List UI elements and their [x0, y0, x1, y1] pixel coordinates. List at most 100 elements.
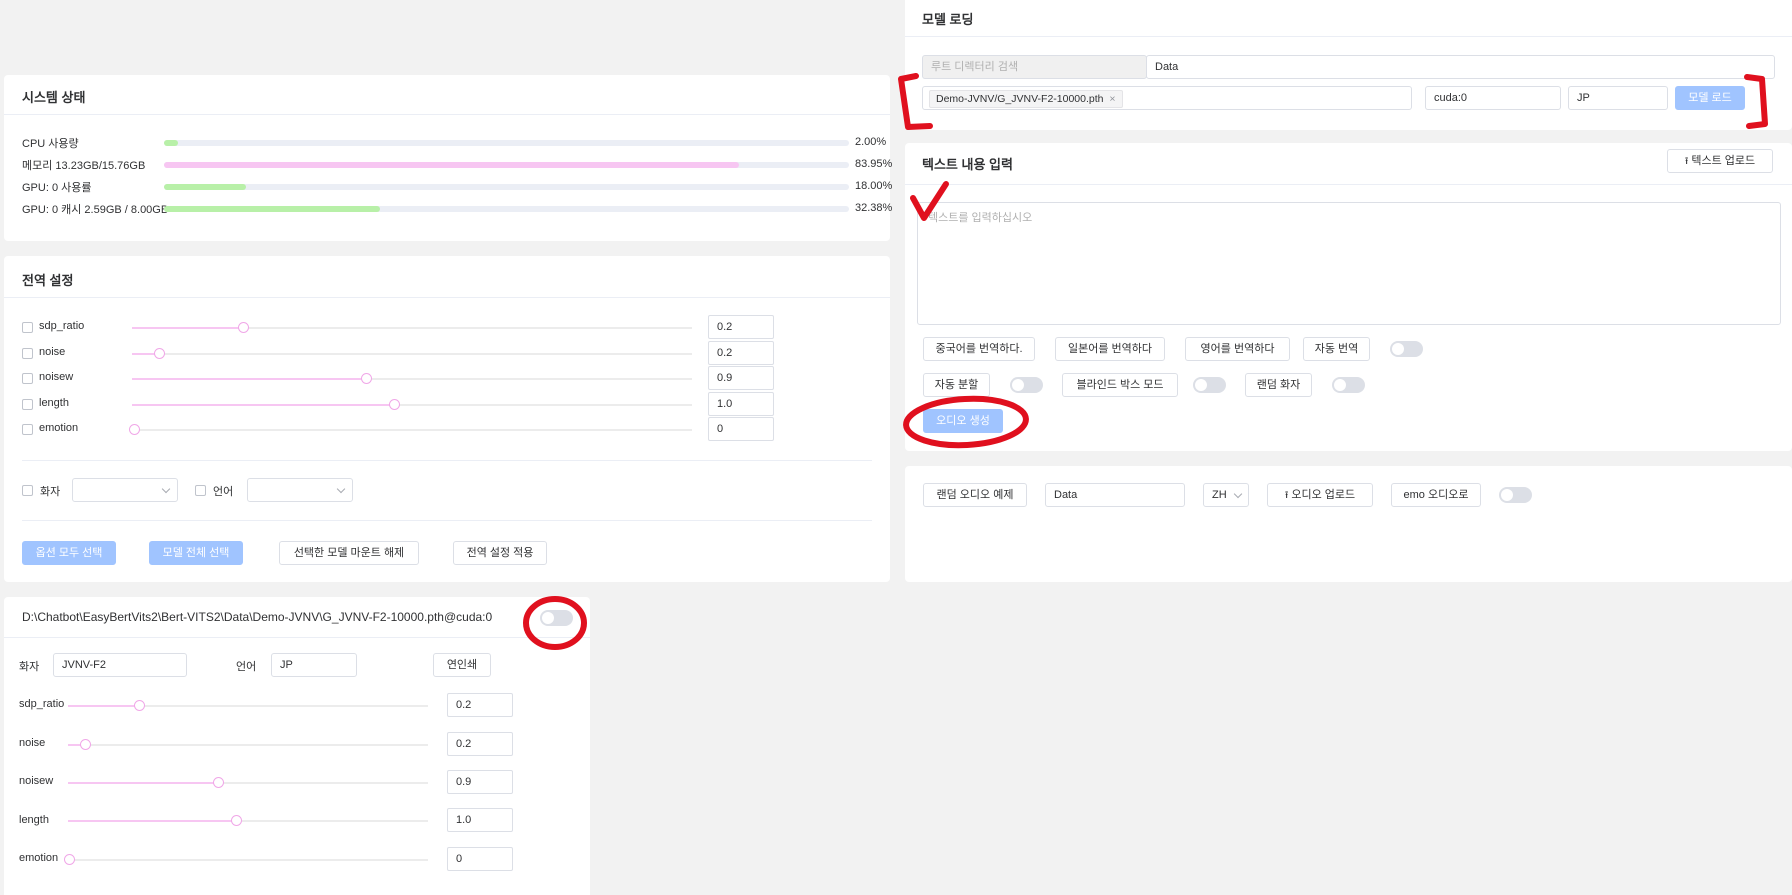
noise-input[interactable]: 0.2 [708, 341, 774, 365]
translate-jp-button[interactable]: 일본어를 번역하다 [1055, 337, 1165, 361]
model-sdp-ratio-label: sdp_ratio [19, 698, 65, 710]
load-model-button[interactable]: 모델 로드 [1675, 86, 1745, 110]
noisew-slider[interactable] [132, 373, 692, 384]
auto-translate-button[interactable]: 자동 번역 [1303, 337, 1370, 361]
stat-label-gpu: GPU: 0 사용률 [22, 182, 92, 194]
slider-thumb[interactable] [213, 777, 225, 788]
auto-split-button[interactable]: 자동 분할 [923, 373, 990, 397]
language-checkbox[interactable] [195, 485, 206, 496]
model-length-slider[interactable] [68, 815, 428, 826]
language-select[interactable] [247, 478, 353, 502]
slider-thumb[interactable] [389, 399, 401, 410]
model-language-select[interactable]: JP [271, 653, 357, 677]
emotion-input[interactable]: 0 [708, 417, 774, 441]
select-all-models-button[interactable]: 모델 전체 선택 [149, 541, 243, 565]
model-path-select[interactable]: Demo-JVNV/G_JVNV-F2-10000.pth × [922, 86, 1412, 110]
system-status-title: 시스템 상태 [22, 90, 86, 105]
audio-path-input[interactable]: Data [1045, 483, 1185, 507]
language-label: 언어 [213, 486, 234, 498]
length-slider[interactable] [132, 399, 692, 410]
sdp-ratio-checkbox[interactable] [22, 322, 33, 333]
sdp-ratio-slider[interactable] [132, 322, 692, 333]
stat-value-cpu: 2.00% [855, 136, 887, 148]
gpu-usage-bar [164, 184, 849, 190]
stat-value-gpu-cache: 32.38% [855, 202, 893, 214]
translate-en-button[interactable]: 영어를 번역하다 [1185, 337, 1290, 361]
audio-language-select[interactable]: ZH [1203, 483, 1249, 507]
blind-box-button[interactable]: 블라인드 박스 모드 [1062, 373, 1178, 397]
emo-audio-toggle[interactable] [1499, 487, 1532, 503]
noisew-input[interactable]: 0.9 [708, 366, 774, 390]
unmount-selected-button[interactable]: 선택한 모델 마운트 해제 [279, 541, 419, 565]
model-tag[interactable]: Demo-JVNV/G_JVNV-F2-10000.pth × [929, 90, 1123, 108]
noisew-checkbox[interactable] [22, 373, 33, 384]
model-speaker-select[interactable]: JVNV-F2 [53, 653, 187, 677]
auto-translate-toggle[interactable] [1390, 341, 1423, 357]
memory-usage-fill [164, 162, 740, 168]
blind-box-toggle[interactable] [1193, 377, 1226, 393]
noise-slider[interactable] [132, 348, 692, 359]
sdp-ratio-input[interactable]: 0.2 [708, 315, 774, 339]
chevron-down-icon [1233, 489, 1243, 499]
model-enable-toggle[interactable] [540, 610, 573, 626]
random-speaker-toggle[interactable] [1332, 377, 1365, 393]
slider-thumb[interactable] [361, 373, 373, 384]
model-panel-card: D:\Chatbot\EasyBertVits2\Bert-VITS2\Data… [4, 597, 590, 895]
text-input-card: 텍스트 내용 입력 ⭱ 텍스트 업로드 텍스트를 입력하십시오 중국어를 번역하… [905, 143, 1792, 451]
model-language-select[interactable]: JP [1568, 86, 1668, 110]
divider [905, 184, 1792, 185]
slider-thumb[interactable] [238, 322, 249, 333]
divider [4, 114, 890, 115]
slider-thumb[interactable] [128, 424, 140, 435]
slider-thumb[interactable] [63, 854, 75, 865]
translate-zh-button[interactable]: 중국어를 번역하다. [923, 337, 1035, 361]
random-speaker-button[interactable]: 랜덤 화자 [1245, 373, 1312, 397]
noise-checkbox[interactable] [22, 348, 33, 359]
device-select[interactable]: cuda:0 [1425, 86, 1561, 110]
slider-thumb[interactable] [134, 700, 145, 711]
memory-usage-bar [164, 162, 849, 168]
model-emotion-slider[interactable] [63, 854, 428, 865]
close-icon[interactable]: × [1109, 93, 1115, 105]
model-noisew-slider[interactable] [68, 777, 428, 788]
print-button[interactable]: 연인쇄 [433, 653, 491, 677]
root-dir-search-input[interactable]: 루트 디렉터리 검색 [922, 55, 1147, 79]
text-upload-button[interactable]: ⭱ 텍스트 업로드 [1667, 149, 1773, 173]
model-noise-input[interactable]: 0.2 [447, 732, 513, 756]
speaker-select[interactable] [72, 478, 178, 502]
model-emotion-input[interactable]: 0 [447, 847, 513, 871]
generate-audio-button[interactable]: 오디오 생성 [923, 409, 1003, 433]
text-input-title: 텍스트 내용 입력 [922, 157, 1013, 172]
upload-icon: ⭱ [1284, 490, 1289, 501]
emo-audio-button[interactable]: emo 오디오로 [1391, 483, 1481, 507]
model-sdp-ratio-slider[interactable] [68, 700, 428, 711]
text-input-area[interactable]: 텍스트를 입력하십시오 [917, 202, 1781, 325]
emotion-checkbox[interactable] [22, 424, 33, 435]
speaker-checkbox[interactable] [22, 485, 33, 496]
noisew-label: noisew [39, 371, 74, 383]
model-length-input[interactable]: 1.0 [447, 808, 513, 832]
auto-split-toggle[interactable] [1010, 377, 1043, 393]
audio-upload-button[interactable]: ⭱ 오디오 업로드 [1267, 483, 1373, 507]
model-sdp-ratio-input[interactable]: 0.2 [447, 693, 513, 717]
model-noise-slider[interactable] [68, 739, 428, 750]
select-all-options-button[interactable]: 옵션 모두 선택 [22, 541, 116, 565]
slider-thumb[interactable] [154, 348, 165, 359]
stat-label-memory: 메모리 13.23GB/15.76GB [22, 160, 146, 172]
model-noisew-input[interactable]: 0.9 [447, 770, 513, 794]
model-noisew-label: noisew [19, 775, 54, 787]
speaker-label: 화자 [40, 486, 61, 498]
system-status-card: 시스템 상태 CPU 사용량 2.00% 메모리 13.23GB/15.76GB… [4, 75, 893, 241]
gpu-cache-bar [164, 206, 849, 212]
random-audio-example-button[interactable]: 랜덤 오디오 예제 [923, 483, 1027, 507]
slider-thumb[interactable] [80, 739, 91, 750]
model-loading-title: 모델 로딩 [922, 12, 974, 27]
root-dir-value-input[interactable]: Data [1146, 55, 1775, 79]
slider-thumb[interactable] [231, 815, 243, 826]
apply-global-button[interactable]: 전역 설정 적용 [453, 541, 547, 565]
length-input[interactable]: 1.0 [708, 392, 774, 416]
emotion-slider[interactable] [128, 424, 692, 435]
gpu-usage-fill [164, 184, 247, 190]
emotion-label: emotion [39, 422, 79, 434]
length-checkbox[interactable] [22, 399, 33, 410]
